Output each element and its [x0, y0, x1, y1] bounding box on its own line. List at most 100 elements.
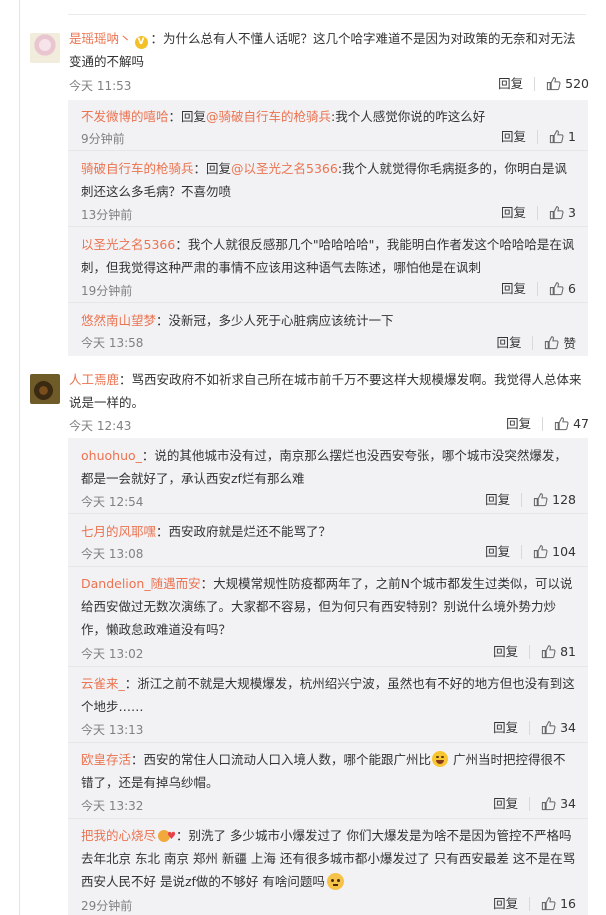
comment-username[interactable]: 人工焉鹿 — [69, 372, 119, 387]
mention-link[interactable]: @以圣光之名5366 — [231, 161, 338, 176]
thinking-emoji-icon — [326, 873, 344, 890]
reply-username[interactable]: 骑破自行车的枪骑兵 — [81, 161, 194, 176]
like-button[interactable]: 128 — [533, 492, 576, 507]
reply-actions: 回复 16 — [493, 896, 576, 911]
thumbs-up-icon — [544, 335, 560, 350]
reply-button[interactable]: 回复 — [485, 492, 523, 507]
reply-item: 不发微博的嘻哈：回复@骑破自行车的枪骑兵:我个人感觉你说的咋这么好 9分钟前 回… — [81, 105, 576, 151]
reply-username[interactable]: 以圣光之名5366 — [81, 237, 175, 252]
reply-username[interactable]: 悠然南山望梦 — [81, 313, 156, 328]
comment-username[interactable]: 是瑶瑶呐丶 — [69, 31, 132, 46]
thumbs-up-icon — [541, 720, 556, 735]
reply-body: :我个人感觉你说的咋这么好 — [331, 109, 486, 124]
like-button[interactable]: 1 — [549, 129, 576, 144]
like-count: 1 — [568, 129, 576, 144]
verified-badge-icon: V — [134, 36, 148, 49]
reply-prefix: ：回复 — [168, 109, 207, 124]
reply-time: 今天 13:08 — [81, 547, 144, 561]
heart-emoji-icon — [158, 825, 176, 848]
reply-item: 欧皇存活：西安的常住人口流动人口入境人数，哪个能跟广州比 广州当时把控得很不错了… — [81, 748, 576, 818]
comment-time: 今天 12:43 — [69, 419, 132, 433]
reply-actions: 回复 104 — [485, 544, 576, 559]
like-button[interactable]: 16 — [541, 896, 576, 911]
thumbs-up-icon — [549, 129, 564, 144]
reply-item: 七月的风耶嘿：西安政府就是烂还不能骂了？ 今天 13:08 回复 104 — [81, 520, 576, 566]
reply-prefix: ：回复 — [193, 161, 232, 176]
reply-username[interactable]: 不发微博的嘻哈 — [81, 109, 169, 124]
reply-actions: 回复 128 — [485, 492, 576, 507]
comment-body: ：骂西安政府不如祈求自己所在城市前千万不要这样大规模爆发啊。我觉得人总体来说是一… — [69, 372, 582, 410]
like-button[interactable]: 3 — [549, 205, 576, 220]
like-button[interactable]: 赞 — [544, 333, 576, 352]
comment-text: 是瑶瑶呐丶 V ：为什么总有人不懂人话呢？这几个哈字难道不是因为对政策的无奈和对无法… — [69, 27, 588, 73]
reply-time: 19分钟前 — [81, 284, 133, 298]
reply-button[interactable]: 回复 — [501, 205, 539, 220]
thumbs-up-icon — [546, 76, 561, 91]
reply-username[interactable]: 把我的心烧尽 — [81, 828, 156, 843]
reply-text: 七月的风耶嘿：西安政府就是烂还不能骂了？ — [81, 520, 576, 543]
reply-time: 13分钟前 — [81, 208, 133, 222]
thumbs-up-icon — [541, 644, 556, 659]
reply-text: 云雀来_：浙江之前不就是大规模爆发，杭州绍兴宁波，虽然也有不好的地方但也没有到这… — [81, 672, 576, 718]
reply-list: ohuohuo_：说的其他城市没有过，南京那么摆烂也没西安夸张，哪个城市没突然爆… — [68, 438, 588, 915]
reply-divider — [68, 513, 588, 514]
like-count: 104 — [552, 544, 576, 559]
reply-button[interactable]: 回复 — [498, 76, 536, 91]
like-button[interactable]: 6 — [549, 281, 576, 296]
comment-actions: 回复 47 — [506, 416, 589, 431]
reply-time: 今天 13:32 — [81, 799, 144, 813]
reply-actions: 回复 3 — [501, 205, 576, 220]
comment-actions: 回复 520 — [498, 76, 589, 91]
reply-button[interactable]: 回复 — [485, 544, 523, 559]
thumbs-up-icon — [549, 205, 564, 220]
reply-divider — [68, 818, 588, 819]
avatar[interactable] — [30, 374, 60, 404]
like-count: 6 — [568, 281, 576, 296]
reply-button[interactable]: 回复 — [493, 896, 531, 911]
mention-link[interactable]: @骑破自行车的枪骑兵 — [206, 109, 331, 124]
reply-item: 云雀来_：浙江之前不就是大规模爆发，杭州绍兴宁波，虽然也有不好的地方但也没有到这… — [81, 672, 576, 742]
reply-button[interactable]: 回复 — [496, 335, 534, 350]
reply-item: 悠然南山望梦：没新冠，多少人死于心脏病应该统计一下 今天 13:58 回复 赞 — [81, 309, 576, 355]
like-count: 128 — [552, 492, 576, 507]
reply-username[interactable]: 七月的风耶嘿 — [81, 524, 156, 539]
reply-button[interactable]: 回复 — [493, 796, 531, 811]
like-count: 赞 — [563, 336, 576, 351]
like-count: 34 — [560, 720, 576, 735]
avatar[interactable] — [30, 33, 60, 63]
reply-actions: 回复 6 — [501, 281, 576, 296]
like-button[interactable]: 520 — [546, 76, 589, 91]
reply-time: 今天 12:54 — [81, 495, 144, 509]
comment-time: 今天 11:53 — [69, 79, 132, 93]
like-button[interactable]: 81 — [541, 644, 576, 659]
reply-divider — [68, 742, 588, 743]
like-button[interactable]: 104 — [533, 544, 576, 559]
reply-divider — [68, 226, 588, 227]
reply-text: 把我的心烧尽：别洗了 多少城市小爆发过了 你们大爆发是为啥不是因为管控不严格吗 … — [81, 824, 576, 893]
reply-button[interactable]: 回复 — [501, 281, 539, 296]
reply-button[interactable]: 回复 — [501, 129, 539, 144]
like-count: 47 — [573, 416, 589, 431]
reply-time: 今天 13:58 — [81, 336, 144, 350]
like-button[interactable]: 47 — [554, 416, 589, 431]
reply-button[interactable]: 回复 — [506, 416, 544, 431]
reply-username[interactable]: Dandelion_随遇而安 — [81, 576, 201, 591]
reply-button[interactable]: 回复 — [493, 644, 531, 659]
comment-text: 人工焉鹿：骂西安政府不如祈求自己所在城市前千万不要这样大规模爆发啊。我觉得人总体… — [69, 368, 588, 414]
reply-list: 不发微博的嘻哈：回复@骑破自行车的枪骑兵:我个人感觉你说的咋这么好 9分钟前 回… — [68, 100, 588, 356]
reply-username[interactable]: ohuohuo_ — [81, 448, 142, 463]
reply-username[interactable]: 欧皇存活 — [81, 752, 131, 767]
reply-text: 不发微博的嘻哈：回复@骑破自行车的枪骑兵:我个人感觉你说的咋这么好 — [81, 105, 576, 128]
thumbs-up-icon — [541, 896, 556, 911]
reply-item: 以圣光之名5366：我个人就很反感那几个"哈哈哈哈"，我能明白作者发这个哈哈哈是… — [81, 233, 576, 303]
like-count: 16 — [560, 896, 576, 911]
reply-text: 悠然南山望梦：没新冠，多少人死于心脏病应该统计一下 — [81, 309, 576, 332]
reply-username[interactable]: 云雀来_ — [81, 676, 125, 691]
reply-button[interactable]: 回复 — [493, 720, 531, 735]
reply-text: 以圣光之名5366：我个人就很反感那几个"哈哈哈哈"，我能明白作者发这个哈哈哈是… — [81, 233, 576, 279]
like-button[interactable]: 34 — [541, 720, 576, 735]
thumbs-up-icon — [533, 544, 548, 559]
like-button[interactable]: 34 — [541, 796, 576, 811]
reply-item: Dandelion_随遇而安：大规模常规性防疫都两年了，之前N个城市都发生过类似… — [81, 572, 576, 664]
reply-divider — [68, 302, 588, 303]
